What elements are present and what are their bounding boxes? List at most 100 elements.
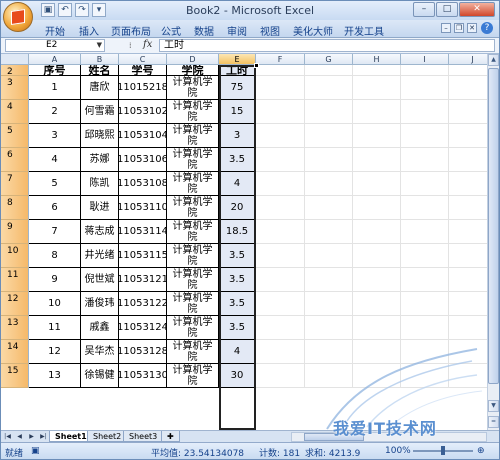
empty-cell[interactable]: [353, 65, 401, 76]
empty-cell[interactable]: [401, 340, 449, 364]
worksheet-grid[interactable]: A B C D E F G H I J 2 序号 姓名 学号 学院 工时 3 1 唐欣 11015218 计算机学院 75…: [1, 54, 487, 430]
table-cell[interactable]: 3.5: [219, 268, 256, 292]
column-header-f[interactable]: F: [256, 54, 305, 65]
empty-cell[interactable]: [401, 196, 449, 220]
empty-cell[interactable]: [449, 340, 487, 364]
table-cell[interactable]: 唐欣: [81, 76, 119, 100]
empty-cell[interactable]: [449, 65, 487, 76]
column-header-a[interactable]: A: [29, 54, 81, 65]
table-cell[interactable]: 5: [29, 172, 81, 196]
row-header-2[interactable]: 2: [1, 65, 29, 77]
empty-cell[interactable]: [305, 364, 353, 388]
empty-cell[interactable]: [353, 364, 401, 388]
row-header-4[interactable]: 4: [1, 100, 29, 124]
split-box-icon[interactable]: ═: [488, 416, 499, 428]
row-header-14[interactable]: 14: [1, 340, 29, 364]
empty-cell[interactable]: [353, 100, 401, 124]
empty-cell[interactable]: [449, 100, 487, 124]
column-header-h[interactable]: H: [353, 54, 401, 65]
tab-beautify-master[interactable]: 美化大师: [293, 23, 333, 38]
table-cell[interactable]: 2: [29, 100, 81, 124]
row-header-7[interactable]: 7: [1, 172, 29, 196]
maximize-button[interactable]: □: [436, 2, 458, 17]
empty-cell[interactable]: [353, 196, 401, 220]
empty-cell[interactable]: [256, 100, 305, 124]
empty-cell[interactable]: [305, 196, 353, 220]
empty-cell[interactable]: [353, 268, 401, 292]
scroll-up-icon[interactable]: ▲: [488, 54, 499, 66]
table-cell[interactable]: 11053114: [119, 220, 167, 244]
empty-cell[interactable]: [401, 364, 449, 388]
vertical-scroll-thumb[interactable]: [488, 68, 499, 384]
row-header-6[interactable]: 6: [1, 148, 29, 172]
table-cell[interactable]: 计算机学院: [167, 316, 219, 340]
table-header-cell[interactable]: 学院: [167, 65, 219, 76]
table-cell[interactable]: 4: [219, 172, 256, 196]
table-cell[interactable]: 计算机学院: [167, 124, 219, 148]
tab-page-layout[interactable]: 页面布局: [111, 23, 151, 38]
table-cell[interactable]: 井光绪: [81, 244, 119, 268]
empty-cell[interactable]: [353, 172, 401, 196]
tab-formulas[interactable]: 公式: [161, 23, 181, 38]
table-cell[interactable]: 计算机学院: [167, 292, 219, 316]
table-cell[interactable]: 计算机学院: [167, 196, 219, 220]
empty-cell[interactable]: [256, 364, 305, 388]
table-cell[interactable]: 计算机学院: [167, 244, 219, 268]
empty-cell[interactable]: [256, 292, 305, 316]
empty-cell[interactable]: [449, 220, 487, 244]
table-cell[interactable]: 75: [219, 76, 256, 100]
empty-cell[interactable]: [401, 220, 449, 244]
empty-cell[interactable]: [305, 316, 353, 340]
row-header-9[interactable]: 9: [1, 220, 29, 244]
empty-cell[interactable]: [353, 124, 401, 148]
row-header-8[interactable]: 8: [1, 196, 29, 220]
scroll-down-icon[interactable]: ▼: [488, 400, 499, 412]
table-cell[interactable]: 11053108: [119, 172, 167, 196]
table-cell[interactable]: 潘俊玮: [81, 292, 119, 316]
table-cell[interactable]: 计算机学院: [167, 364, 219, 388]
empty-cell[interactable]: [449, 76, 487, 100]
tab-data[interactable]: 数据: [194, 23, 214, 38]
table-cell[interactable]: 倪世斌: [81, 268, 119, 292]
table-cell[interactable]: 11053115: [119, 244, 167, 268]
table-cell[interactable]: 18.5: [219, 220, 256, 244]
table-cell[interactable]: 11053128: [119, 340, 167, 364]
empty-cell[interactable]: [401, 65, 449, 76]
empty-cell[interactable]: [256, 148, 305, 172]
empty-cell[interactable]: [449, 196, 487, 220]
row-header-5[interactable]: 5: [1, 124, 29, 148]
tab-home[interactable]: 开始: [45, 23, 65, 38]
empty-cell[interactable]: [256, 196, 305, 220]
table-cell[interactable]: 吴华杰: [81, 340, 119, 364]
select-all-corner[interactable]: [1, 54, 29, 65]
table-cell[interactable]: 计算机学院: [167, 268, 219, 292]
table-header-cell[interactable]: 序号: [29, 65, 81, 76]
tab-developer[interactable]: 开发工具: [344, 23, 384, 38]
table-header-cell[interactable]: 工时: [219, 65, 256, 76]
empty-cell[interactable]: [449, 124, 487, 148]
empty-cell[interactable]: [305, 172, 353, 196]
insert-sheet-icon[interactable]: ✚: [161, 431, 180, 442]
table-cell[interactable]: 6: [29, 196, 81, 220]
table-cell[interactable]: 何雪霜: [81, 100, 119, 124]
table-cell[interactable]: 3.5: [219, 244, 256, 268]
table-cell[interactable]: 计算机学院: [167, 220, 219, 244]
table-cell[interactable]: 11053110: [119, 196, 167, 220]
empty-cell[interactable]: [449, 148, 487, 172]
empty-cell[interactable]: [353, 76, 401, 100]
table-header-cell[interactable]: 姓名: [81, 65, 119, 76]
column-header-j[interactable]: J: [449, 54, 487, 65]
empty-cell[interactable]: [256, 340, 305, 364]
table-cell[interactable]: 11053104: [119, 124, 167, 148]
empty-cell[interactable]: [449, 244, 487, 268]
tab-view[interactable]: 视图: [260, 23, 280, 38]
empty-cell[interactable]: [305, 292, 353, 316]
empty-cell[interactable]: [401, 76, 449, 100]
table-cell[interactable]: 11053124: [119, 316, 167, 340]
empty-cell[interactable]: [449, 172, 487, 196]
table-cell[interactable]: 4: [219, 340, 256, 364]
table-cell[interactable]: 计算机学院: [167, 340, 219, 364]
empty-cell[interactable]: [256, 65, 305, 76]
vertical-scrollbar[interactable]: ▲ ▼ ═: [487, 54, 499, 430]
table-cell[interactable]: 计算机学院: [167, 76, 219, 100]
